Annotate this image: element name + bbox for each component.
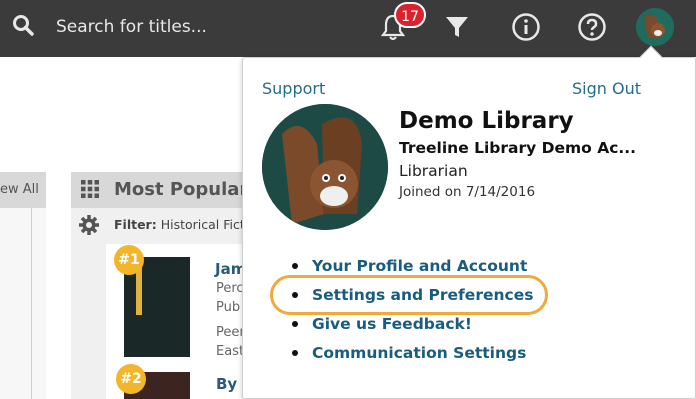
filter-label: Filter: bbox=[114, 217, 157, 232]
menu-item-communication-settings[interactable]: Communication Settings bbox=[292, 343, 533, 372]
info-icon[interactable] bbox=[511, 12, 541, 42]
rank-badge: #2 bbox=[116, 364, 146, 394]
filter-value: Historical Ficti bbox=[160, 217, 249, 232]
filter-line: Filter: Historical Ficti bbox=[114, 217, 248, 232]
support-link[interactable]: Support bbox=[262, 79, 325, 98]
sign-out-link[interactable]: Sign Out bbox=[572, 79, 641, 98]
rank-badge: #1 bbox=[114, 245, 144, 275]
search-input[interactable]: Search for titles... bbox=[56, 17, 207, 37]
most-popular-title: Most Popular bbox=[114, 179, 249, 200]
view-all-link[interactable]: ew All bbox=[0, 172, 46, 208]
grid-icon[interactable] bbox=[80, 179, 100, 199]
user-avatar-button[interactable] bbox=[636, 8, 674, 46]
book-detail: Perc bbox=[216, 281, 244, 296]
highlight-ring bbox=[270, 275, 548, 315]
book-detail: Pub bbox=[216, 300, 241, 315]
gear-icon[interactable] bbox=[78, 214, 100, 236]
book-detail: Peer bbox=[216, 325, 245, 340]
view-all-label: ew All bbox=[0, 182, 39, 197]
menu-item-feedback[interactable]: Give us Feedback! bbox=[292, 314, 533, 343]
search-icon[interactable] bbox=[12, 14, 34, 36]
help-icon[interactable] bbox=[577, 12, 607, 42]
profile-organization: Treeline Library Demo Ac... bbox=[399, 139, 637, 157]
book-detail: East bbox=[216, 344, 245, 359]
profile-avatar bbox=[262, 104, 388, 230]
filter-icon[interactable] bbox=[444, 14, 470, 40]
profile-name: Demo Library bbox=[399, 108, 574, 134]
profile-joined-date: Joined on 7/14/2016 bbox=[399, 184, 536, 200]
profile-role: Librarian bbox=[399, 162, 468, 180]
divider bbox=[31, 208, 32, 399]
notification-badge[interactable]: 17 bbox=[394, 2, 426, 28]
